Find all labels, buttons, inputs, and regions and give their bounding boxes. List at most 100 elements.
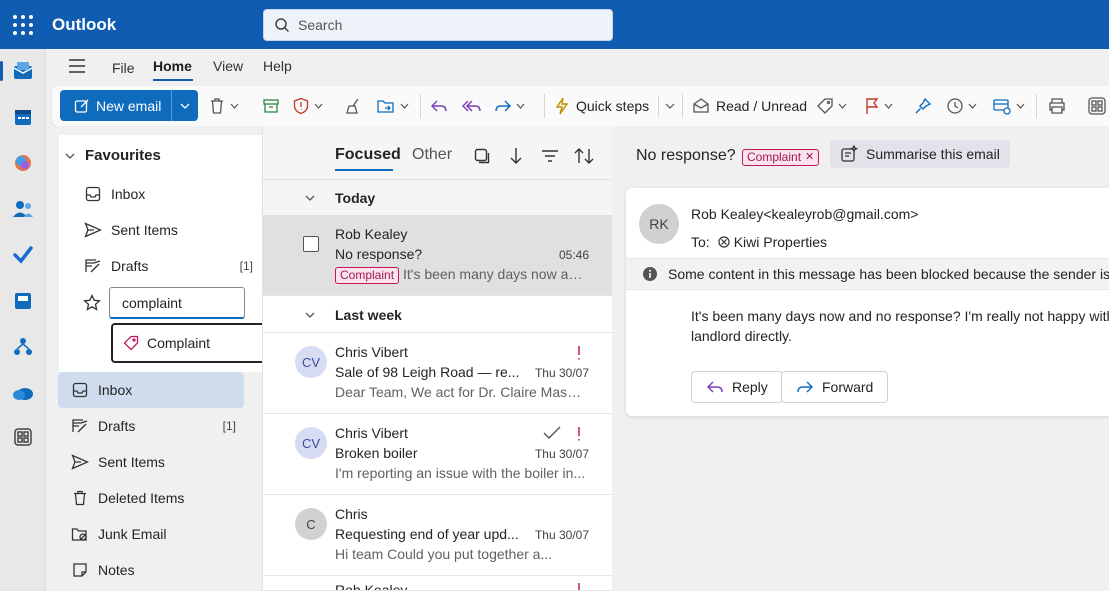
preview-text: It's been many days now an...	[403, 266, 587, 282]
sender-address[interactable]: Rob Kealey<kealeyrob@gmail.com>	[691, 206, 918, 222]
message-preview: Complaint It's been many days now an...	[335, 266, 587, 284]
tab-focused[interactable]: Focused	[335, 146, 401, 164]
report-button[interactable]	[292, 94, 323, 118]
archive-button[interactable]	[262, 94, 280, 118]
tab-file[interactable]: File	[112, 60, 135, 76]
apps-button[interactable]	[1088, 94, 1106, 118]
org-explorer-icon[interactable]	[10, 334, 36, 360]
print-button[interactable]	[1048, 94, 1066, 118]
new-email-button[interactable]: New email	[60, 90, 198, 121]
ribbon-divider	[420, 94, 421, 118]
hamburger-icon[interactable]	[68, 58, 86, 74]
onedrive-icon[interactable]	[10, 380, 36, 406]
rules-button[interactable]	[992, 94, 1025, 118]
chevron-down-icon	[516, 103, 525, 109]
read-unread-button[interactable]: Read / Unread	[692, 94, 807, 118]
pin-button[interactable]	[914, 94, 932, 118]
recipient-name[interactable]: Kiwi Properties	[734, 234, 827, 250]
search-box[interactable]: Search	[263, 9, 613, 41]
new-email-dropdown-icon[interactable]	[172, 103, 198, 109]
files-icon[interactable]	[10, 288, 36, 314]
forward-icon	[796, 379, 822, 395]
group-last-week[interactable]: Last week	[263, 297, 613, 333]
message-item[interactable]: Rob Kealey	[263, 576, 613, 591]
folder-team-sent[interactable]: Sent Items	[58, 444, 244, 480]
drafts-icon	[70, 418, 90, 434]
folder-fav-drafts[interactable]: Drafts [1]	[59, 248, 253, 284]
quick-steps-button[interactable]: Quick steps	[554, 94, 649, 118]
tab-home-underline	[153, 79, 193, 81]
sweep-button[interactable]	[344, 94, 362, 118]
category-name-input[interactable]	[109, 287, 245, 319]
folder-team-inbox[interactable]: Inbox	[58, 372, 244, 408]
star-icon[interactable]	[83, 294, 101, 312]
lightning-icon	[554, 97, 570, 115]
reply-button[interactable]	[430, 94, 448, 118]
reply-all-button[interactable]	[462, 94, 482, 118]
reading-pane: No response? Complaint ✕ Summarise this …	[612, 126, 1109, 591]
forward-icon	[494, 97, 512, 115]
folder-team-junk[interactable]: Junk Email	[58, 516, 244, 552]
message-item[interactable]: CV Chris Vibert Broken boiler Thu 30/07 …	[263, 414, 613, 495]
avatar: CV	[295, 427, 327, 459]
folder-team-deleted[interactable]: Deleted Items	[58, 480, 244, 516]
send-icon	[70, 454, 90, 470]
favourites-header[interactable]: Favourites	[65, 147, 161, 164]
tab-other[interactable]: Other	[412, 146, 452, 164]
move-to-button[interactable]	[376, 94, 409, 118]
folder-fav-sent[interactable]: Sent Items	[59, 212, 245, 248]
group-today[interactable]: Today	[263, 180, 613, 216]
message-item[interactable]: Rob Kealey No response? 05:46 Complaint I…	[263, 215, 613, 296]
message-list-header: Focused Other	[263, 126, 613, 180]
reply-icon	[430, 97, 448, 115]
divider	[658, 95, 659, 117]
select-mode-icon[interactable]	[472, 146, 492, 166]
flag-button[interactable]	[864, 94, 893, 118]
banner-text: Some content in this message has been bl…	[668, 266, 1109, 282]
sender-avatar[interactable]: RK	[639, 204, 679, 244]
new-email-label: New email	[96, 97, 162, 114]
summarise-button[interactable]: Summarise this email	[830, 140, 1010, 168]
forward-button[interactable]	[494, 94, 525, 118]
forward-button[interactable]: Forward	[781, 371, 889, 403]
email-subject: No response?	[636, 147, 736, 164]
delete-button[interactable]	[208, 94, 239, 118]
categorize-button[interactable]	[816, 94, 847, 118]
message-item[interactable]: CV Chris Vibert Sale of 98 Leigh Road — …	[263, 333, 613, 414]
message-item[interactable]: C Chris Requesting end of year upd... Th…	[263, 495, 613, 576]
filter-icon[interactable]	[540, 146, 560, 166]
inbox-icon	[83, 186, 103, 202]
tab-view[interactable]: View	[213, 58, 243, 74]
jump-to-icon[interactable]	[506, 146, 526, 166]
unread-count: [1]	[239, 259, 253, 273]
category-suggestion-complaint[interactable]: Complaint	[111, 323, 267, 363]
rail-active-indicator	[0, 61, 3, 81]
people-icon[interactable]	[10, 196, 36, 222]
folder-team-drafts[interactable]: Drafts [1]	[58, 408, 244, 444]
message-sender: Rob Kealey	[335, 226, 408, 242]
mail-icon[interactable]	[10, 58, 36, 84]
reply-button[interactable]: Reply	[691, 371, 783, 403]
app-launcher-icon[interactable]	[12, 14, 34, 36]
tab-help[interactable]: Help	[263, 58, 292, 74]
note-icon	[70, 562, 90, 578]
chevron-down-icon	[230, 103, 239, 109]
reply-icon	[706, 379, 732, 395]
todo-icon[interactable]	[10, 242, 36, 268]
junk-icon	[70, 526, 90, 542]
tab-home[interactable]: Home	[153, 58, 192, 74]
copilot-icon[interactable]	[10, 150, 36, 176]
app-title[interactable]: Outlook	[52, 15, 116, 35]
folder-team-notes[interactable]: Notes	[58, 552, 244, 588]
remove-category-icon[interactable]: ✕	[805, 150, 814, 165]
select-checkbox[interactable]	[303, 236, 319, 252]
more-apps-icon[interactable]	[10, 424, 36, 450]
sort-icon[interactable]	[574, 146, 594, 166]
tab-focused-underline	[335, 169, 393, 171]
snooze-button[interactable]	[946, 94, 977, 118]
quick-steps-dropdown[interactable]	[658, 94, 675, 118]
message-date: Thu 30/07	[534, 366, 589, 380]
printer-icon	[1048, 97, 1066, 115]
folder-fav-inbox[interactable]: Inbox	[59, 176, 245, 212]
calendar-icon[interactable]	[10, 104, 36, 130]
